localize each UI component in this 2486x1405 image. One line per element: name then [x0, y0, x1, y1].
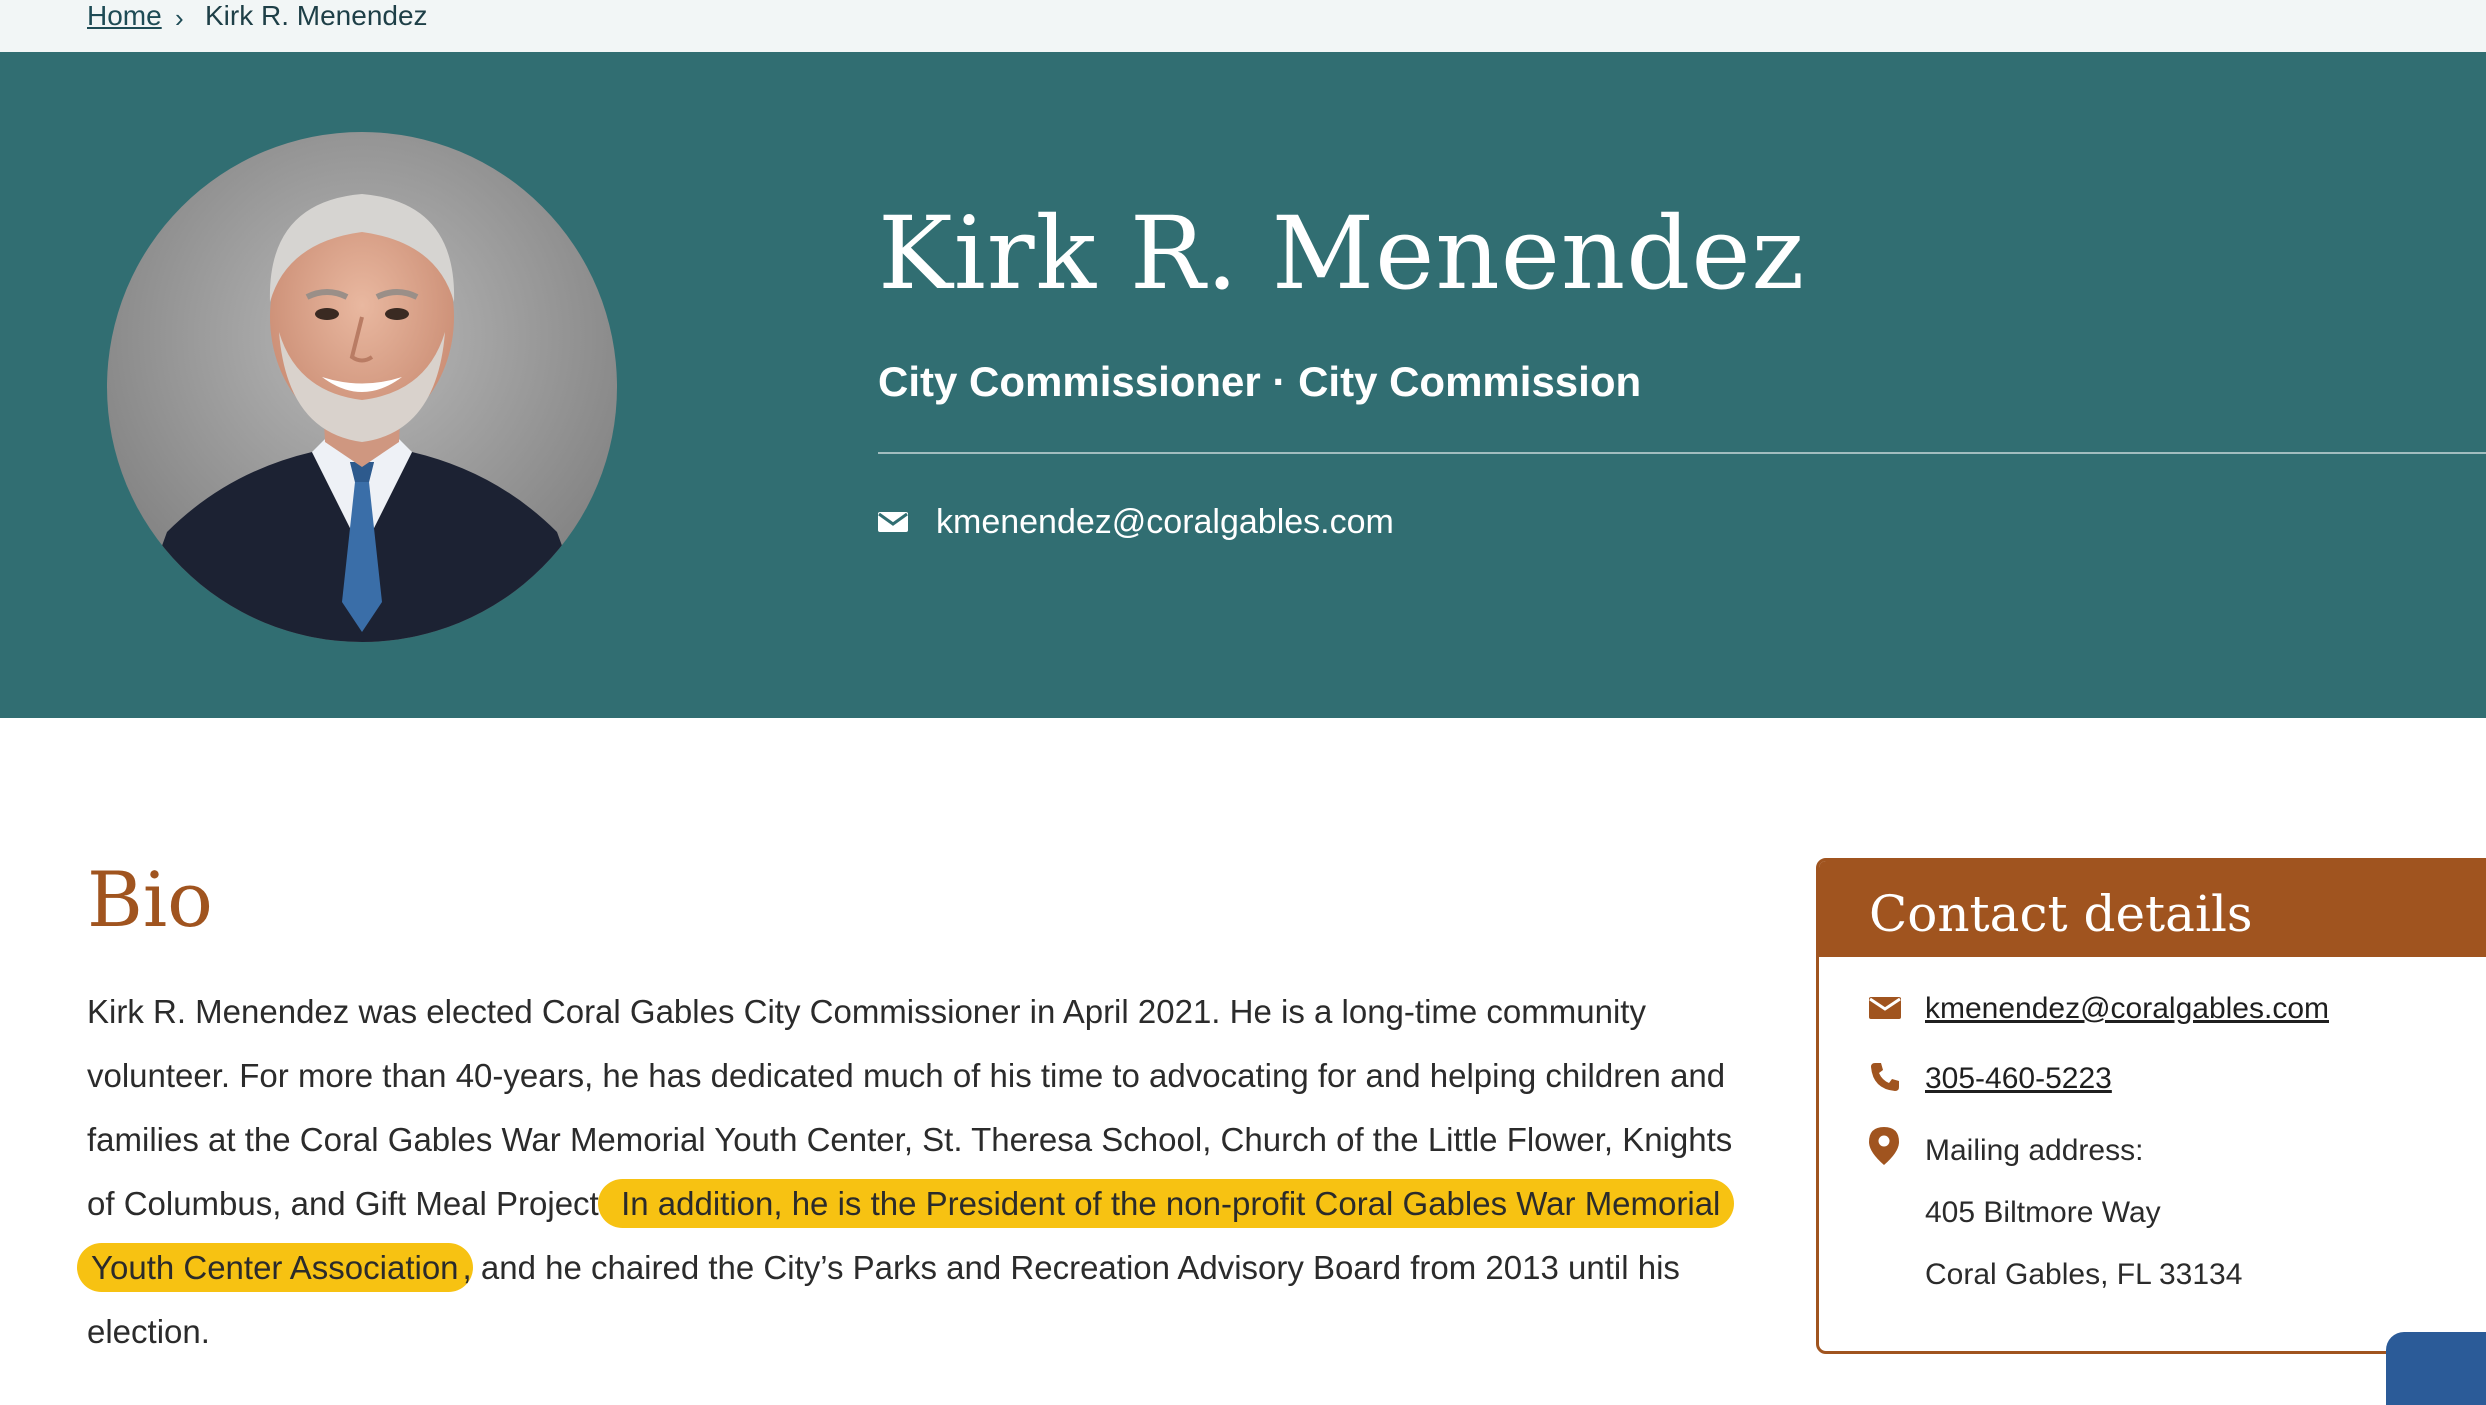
phone-icon [1869, 1061, 1901, 1098]
profile-role: City Commissioner · City Commission [878, 358, 1642, 405]
envelope-icon [1869, 996, 1901, 1025]
breadcrumb-separator: › [175, 3, 184, 33]
contact-email-link[interactable]: kmenendez@coralgables.com [1925, 992, 2329, 1025]
contact-phone-link[interactable]: 305-460-5223 [1925, 1062, 2112, 1095]
contact-email-row: kmenendez@coralgables.com [1925, 989, 2329, 1029]
envelope-icon [878, 510, 908, 534]
profile-photo [107, 132, 617, 642]
mailing-address-label: Mailing address: [1925, 1134, 2144, 1167]
contact-phone-row: 305-460-5223 [1925, 1059, 2112, 1099]
breadcrumb-home-link[interactable]: Home [87, 0, 162, 32]
contact-details-heading: Contact details [1869, 885, 2253, 943]
breadcrumb-current: Kirk R. Menendez [205, 0, 428, 31]
bio-paragraph: Kirk R. Menendez was elected Coral Gable… [77, 980, 1737, 1364]
map-pin-icon [1869, 1127, 1899, 1170]
contact-card-header: Contact details [1819, 861, 2486, 957]
address-line-1: 405 Biltmore Way [1925, 1196, 2161, 1229]
profile-name: Kirk R. Menendez [878, 195, 1806, 312]
contact-details-card: Contact details kmenendez@coralgables.co… [1816, 858, 2486, 1354]
floating-feedback-tab[interactable] [2386, 1332, 2486, 1405]
hero-email-link[interactable]: kmenendez@coralgables.com [936, 500, 1394, 544]
portrait-illustration [107, 132, 617, 642]
breadcrumb: Home › Kirk R. Menendez [0, 0, 2486, 52]
profile-hero: Kirk R. Menendez City Commissioner · Cit… [0, 52, 2486, 718]
address-line-2: Coral Gables, FL 33134 [1925, 1258, 2243, 1291]
bio-heading: Bio [87, 855, 213, 944]
hero-divider [878, 452, 2486, 454]
